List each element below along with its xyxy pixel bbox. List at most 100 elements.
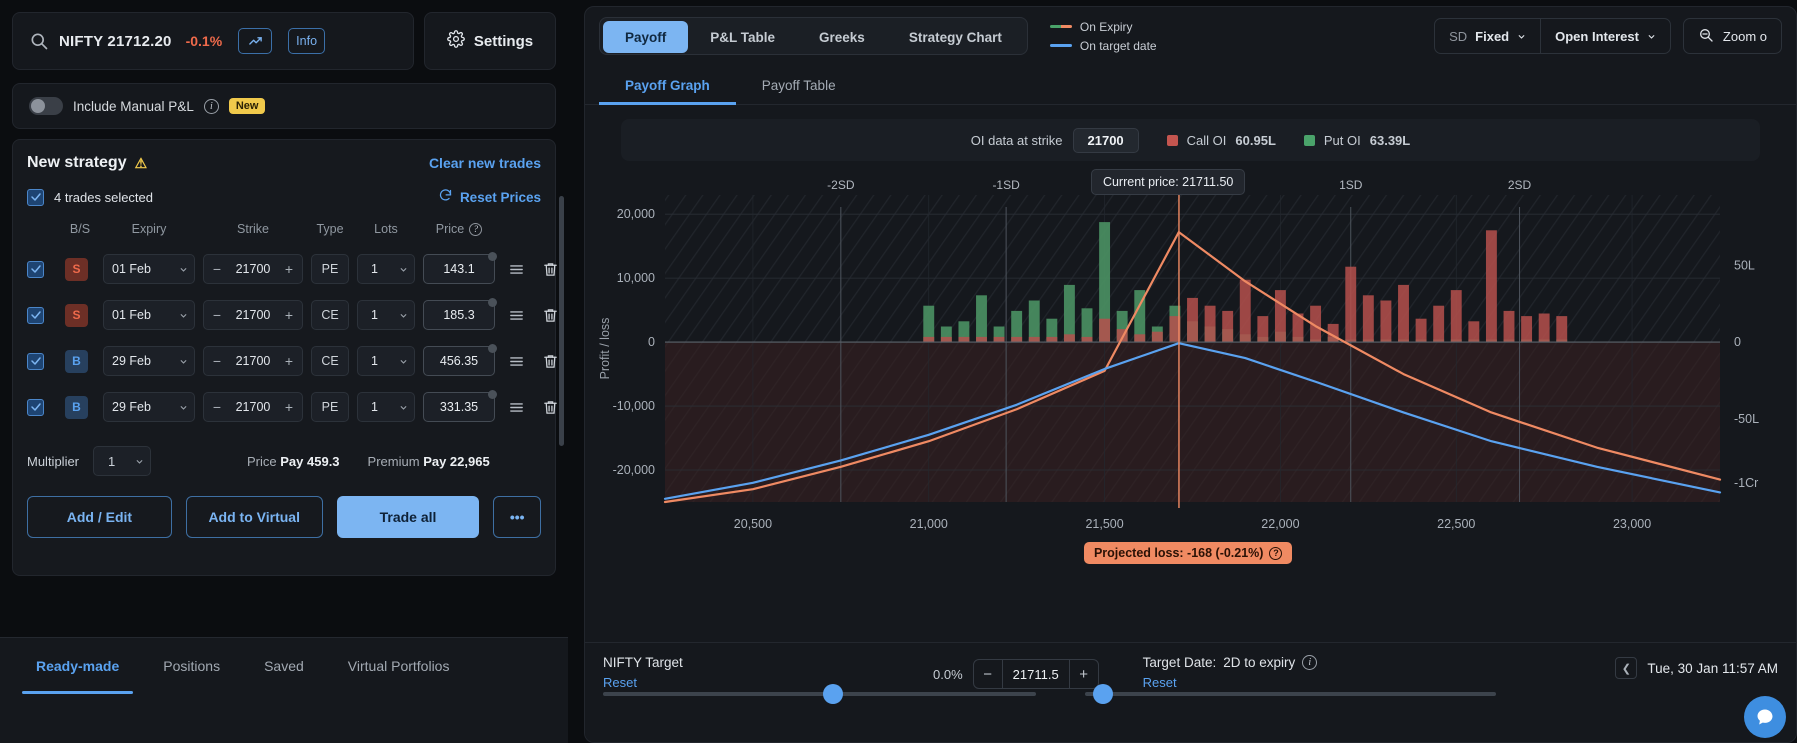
row-menu-icon[interactable] [503,353,529,370]
th-bs: B/S [69,222,91,236]
bottom-tab-bar: Ready-made Positions Saved Virtual Portf… [0,637,568,743]
row-bs-toggle[interactable]: S [65,257,88,281]
row-type-toggle[interactable]: PE [311,392,349,422]
price-help-icon[interactable]: ? [469,222,483,236]
row-lots-select[interactable]: 1 [357,392,415,422]
target-date-slider-knob[interactable] [1093,684,1113,704]
payoff-chart[interactable]: 20,000 10,000 0 -10,000 -20,000 50L 0 -50L -1Cr 2… [585,167,1796,587]
row-strike-stepper[interactable]: −21700 + [203,254,303,284]
symbol-change: -0.1% [185,33,223,49]
tab-greeks[interactable]: Greeks [797,21,887,53]
subtab-payoff-table[interactable]: Payoff Table [736,65,862,105]
row-type-toggle[interactable]: PE [311,254,349,284]
row-lots-select[interactable]: 1 [357,254,415,284]
row-price-input[interactable]: 331.35 [423,390,497,422]
row-strike-stepper[interactable]: −21700 + [203,300,303,330]
nifty-target-reset[interactable]: Reset [603,675,933,690]
target-date-slider-track[interactable] [1085,692,1496,696]
more-options-button[interactable]: ••• [493,496,542,538]
svg-text:20,000: 20,000 [617,207,655,221]
add-edit-button[interactable]: Add / Edit [27,496,172,538]
target-controls-bar: NIFTY Target Reset 0.0% − 21711.5 + Targ… [585,642,1796,742]
row-bs-toggle[interactable]: B [65,349,88,373]
row-lots-select[interactable]: 1 [357,300,415,330]
row-type-toggle[interactable]: CE [311,346,349,376]
multiplier-select[interactable]: 1 [93,446,152,476]
row-type-toggle[interactable]: CE [311,300,349,330]
tab-ready-made[interactable]: Ready-made [14,638,141,694]
row-checkbox[interactable] [27,398,44,416]
row-price-input[interactable]: 143.1 [423,252,497,284]
row-expiry-select[interactable]: 01 Feb [103,300,195,330]
prev-date-icon[interactable]: ❮ [1615,657,1638,679]
info-icon[interactable]: i [1302,655,1318,670]
target-date-block: Target Date: 2D to expiry i Reset [1143,655,1318,690]
row-strike-stepper[interactable]: −21700 + [203,392,303,422]
tab-pl-table[interactable]: P&L Table [688,21,797,53]
zoom-out-button[interactable]: Zoom o [1682,18,1782,54]
row-checkbox[interactable] [27,352,44,370]
row-checkbox[interactable] [27,306,44,324]
settings-button[interactable]: Settings [424,12,556,70]
tab-positions[interactable]: Positions [141,638,242,694]
target-plus-button[interactable]: + [1070,660,1098,688]
oi-mode-selector[interactable]: Open Interest [1540,19,1670,53]
target-minus-button[interactable]: − [974,660,1002,688]
reset-prices-button[interactable]: Reset Prices [438,188,541,206]
info-icon[interactable]: i [203,98,219,114]
left-scrollbar[interactable] [559,196,564,446]
tab-virtual-portfolios[interactable]: Virtual Portfolios [326,638,472,694]
premium-summary: Premium Pay 22,965 [368,454,490,469]
row-lots-select[interactable]: 1 [357,346,415,376]
strike-plus-button[interactable]: + [282,261,296,277]
row-expiry-select[interactable]: 29 Feb [103,392,195,422]
target-date-reset[interactable]: Reset [1143,675,1318,690]
select-all-checkbox[interactable] [27,188,44,206]
symbol-search[interactable]: NIFTY 21712.20 -0.1% Info [12,12,414,70]
clear-new-trades-button[interactable]: Clear new trades [429,155,541,171]
add-to-virtual-button[interactable]: Add to Virtual [185,496,323,538]
target-controls-inner: NIFTY Target Reset 0.0% − 21711.5 + Targ… [585,643,1796,690]
tab-payoff[interactable]: Payoff [603,21,689,53]
nifty-target-stepper[interactable]: − 21711.5 + [972,659,1099,689]
strike-plus-button[interactable]: + [282,399,296,415]
strike-plus-button[interactable]: + [282,307,296,323]
trade-all-button[interactable]: Trade all [336,496,480,538]
row-expiry-select[interactable]: 01 Feb [103,254,195,284]
row-price-input[interactable]: 185.3 [423,298,497,330]
tab-saved[interactable]: Saved [242,638,326,694]
oi-strike-value[interactable]: 21700 [1072,127,1139,153]
trend-chart-icon[interactable] [238,28,273,54]
row-menu-icon[interactable] [503,399,529,416]
oi-mode-value: Open Interest [1555,28,1639,44]
row-menu-icon[interactable] [503,307,529,324]
svg-text:-20,000: -20,000 [613,463,655,477]
strike-minus-button[interactable]: − [210,261,224,277]
include-manual-pl-toggle[interactable] [29,97,63,115]
strike-minus-button[interactable]: − [210,399,224,415]
payoff-card: Payoff P&L Table Greeks Strategy Chart O… [584,6,1797,743]
row-expiry-select[interactable]: 29 Feb [103,346,195,376]
sd-selector[interactable]: SD Fixed [1435,19,1540,53]
row-bs-toggle[interactable]: B [65,395,88,419]
row-checkbox[interactable] [27,260,44,278]
strike-minus-button[interactable]: − [210,307,224,323]
selection-row: 4 trades selected Reset Prices [27,188,541,206]
tab-strategy-chart[interactable]: Strategy Chart [887,21,1024,53]
chart-legend: On Expiry On target date [1049,20,1157,53]
row-menu-icon[interactable] [503,261,529,278]
row-price-input[interactable]: 456.35 [423,344,497,376]
nifty-target-slider-knob[interactable] [823,684,843,704]
nifty-target-slider-track[interactable] [603,692,1036,696]
strike-minus-button[interactable]: − [210,353,224,369]
strike-plus-button[interactable]: + [282,353,296,369]
chat-support-button[interactable] [1744,696,1786,738]
row-strike-stepper[interactable]: −21700 + [203,346,303,376]
nifty-target-percent: 0.0% [933,666,963,682]
row-bs-toggle[interactable]: S [65,303,88,327]
info-button[interactable]: Info [288,28,326,54]
target-value-input[interactable]: 21711.5 [1001,660,1070,688]
help-icon[interactable]: ? [1269,546,1283,560]
include-manual-pl-label: Include Manual P&L [73,98,194,114]
subtab-payoff-graph[interactable]: Payoff Graph [599,65,736,105]
